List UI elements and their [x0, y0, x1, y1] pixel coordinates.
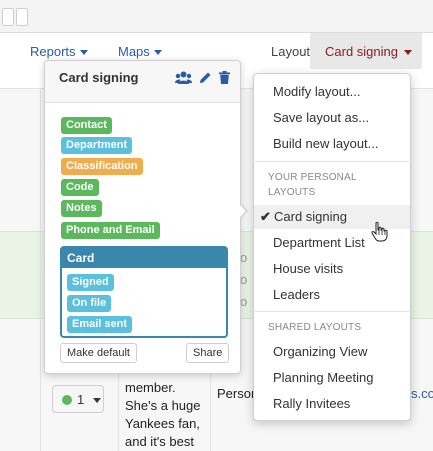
make-default-button[interactable]: Make default — [60, 343, 137, 363]
menu-item-save-layout-as[interactable]: Save layout as... — [254, 106, 410, 130]
popover-title: Card signing — [59, 70, 139, 85]
toolbar-stub — [16, 8, 28, 26]
toolbar-stub — [2, 8, 14, 26]
field-tag-classification[interactable]: Classification — [61, 158, 143, 175]
field-group-card[interactable]: Card Signed On file Email sent — [60, 246, 228, 338]
hand-cursor-icon — [370, 221, 388, 247]
nav-maps[interactable]: Maps — [118, 44, 162, 59]
layout-select-button[interactable]: Card signing — [310, 33, 422, 69]
layout-label: Layout — [271, 44, 311, 59]
chevron-down-icon — [93, 398, 101, 403]
field-tag-department[interactable]: Department — [61, 137, 133, 154]
field-group-header: Card — [62, 248, 226, 268]
field-tag-on-file[interactable]: On file — [67, 295, 112, 312]
nav-maps-label: Maps — [118, 44, 150, 59]
check-icon: ✔ — [260, 209, 271, 224]
menu-item-house-visits[interactable]: House visits — [254, 257, 410, 281]
faded-text: o — [240, 294, 248, 309]
status-dot — [62, 395, 72, 405]
nav-reports[interactable]: Reports — [30, 44, 88, 59]
field-tag-email-sent[interactable]: Email sent — [67, 316, 133, 333]
column-divider — [40, 89, 41, 451]
menu-item-leaders[interactable]: Leaders — [254, 283, 410, 307]
notes-line: Yankees fan, — [125, 416, 200, 431]
menu-item-build-new-layout[interactable]: Build new layout... — [254, 132, 410, 156]
menu-divider — [255, 311, 409, 312]
notes-line: member. — [125, 380, 176, 395]
chevron-down-icon — [404, 50, 412, 55]
top-strip — [0, 0, 433, 33]
menu-item-modify-layout[interactable]: Modify layout... — [254, 80, 410, 104]
field-tag-code[interactable]: Code — [61, 179, 99, 196]
field-group-title: Card — [67, 251, 95, 265]
popover-arrow-inner — [239, 204, 246, 218]
menu-header-shared: SHARED LAYOUTS — [268, 322, 362, 333]
layout-select-value: Card signing — [325, 44, 398, 59]
trash-icon[interactable] — [219, 71, 230, 89]
faded-text: o — [240, 272, 248, 287]
menu-divider — [255, 161, 409, 162]
chevron-down-icon — [153, 50, 162, 56]
notes-line: She's a huge — [125, 398, 201, 413]
email-link-fragment[interactable]: s.co — [411, 386, 433, 401]
nav-reports-label: Reports — [30, 44, 76, 59]
faded-text: o — [240, 250, 248, 265]
menu-item-planning-meeting[interactable]: Planning Meeting — [254, 366, 410, 390]
notes-line: and it's best — [125, 434, 194, 449]
menu-item-rally-invitees[interactable]: Rally Invitees — [254, 392, 410, 416]
status-dropdown[interactable]: 1 — [52, 385, 104, 413]
field-tag-notes[interactable]: Notes — [61, 200, 102, 217]
field-tag-contact[interactable]: Contact — [61, 117, 112, 134]
field-tag-signed[interactable]: Signed — [67, 274, 114, 291]
users-icon[interactable] — [175, 71, 192, 90]
pencil-icon[interactable] — [199, 71, 212, 89]
share-button[interactable]: Share — [186, 343, 230, 363]
menu-item-organizing-view[interactable]: Organizing View — [254, 340, 410, 364]
field-tag-phone-email[interactable]: Phone and Email — [61, 222, 160, 239]
menu-item-label: Card signing — [274, 209, 347, 224]
menu-header-personal: YOUR PERSONAL LAYOUTS — [268, 172, 357, 198]
chevron-down-icon — [79, 50, 88, 56]
card-layout-popover: Card signing Contact Department Classifi… — [44, 60, 241, 374]
status-number: 1 — [77, 392, 85, 407]
layout-dropdown-menu: Modify layout... Save layout as... Build… — [253, 73, 411, 421]
popover-header: Card signing — [45, 61, 240, 103]
